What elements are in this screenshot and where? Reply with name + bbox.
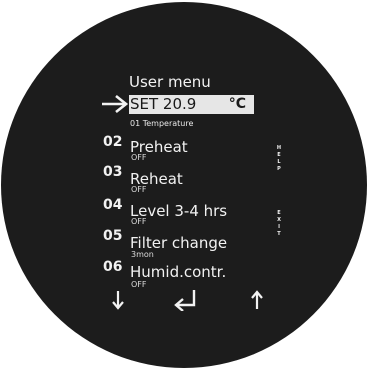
- arrow-right-icon: [102, 94, 129, 114]
- selected-row[interactable]: SET 20.9 °C: [129, 95, 254, 114]
- arrow-up-icon[interactable]: [250, 290, 264, 310]
- enter-icon[interactable]: [173, 289, 199, 311]
- unit-label: °C: [228, 96, 246, 112]
- display-screen: [1, 2, 367, 368]
- item-number: 03: [103, 164, 123, 180]
- item-value: OFF: [131, 217, 147, 226]
- item-value: OFF: [131, 280, 147, 289]
- item-number: 04: [103, 197, 123, 213]
- help-button[interactable]: H E L P: [276, 145, 282, 173]
- set-value: SET 20.9: [130, 95, 197, 113]
- item-value: OFF: [131, 185, 147, 194]
- menu-title: User menu: [129, 73, 211, 91]
- item-number: 05: [103, 228, 123, 244]
- item-value: 3mon: [131, 250, 154, 259]
- menu-item-filter-change[interactable]: Filter change: [130, 235, 227, 251]
- item-number: 02: [103, 134, 123, 150]
- exit-button[interactable]: E X I T: [276, 210, 282, 238]
- arrow-down-icon[interactable]: [111, 290, 125, 310]
- menu-item-humid-contr[interactable]: Humid.contr.: [130, 264, 226, 280]
- item-value: OFF: [131, 153, 147, 162]
- item-number: 06: [103, 259, 123, 275]
- selected-description: 01 Temperature: [130, 119, 194, 128]
